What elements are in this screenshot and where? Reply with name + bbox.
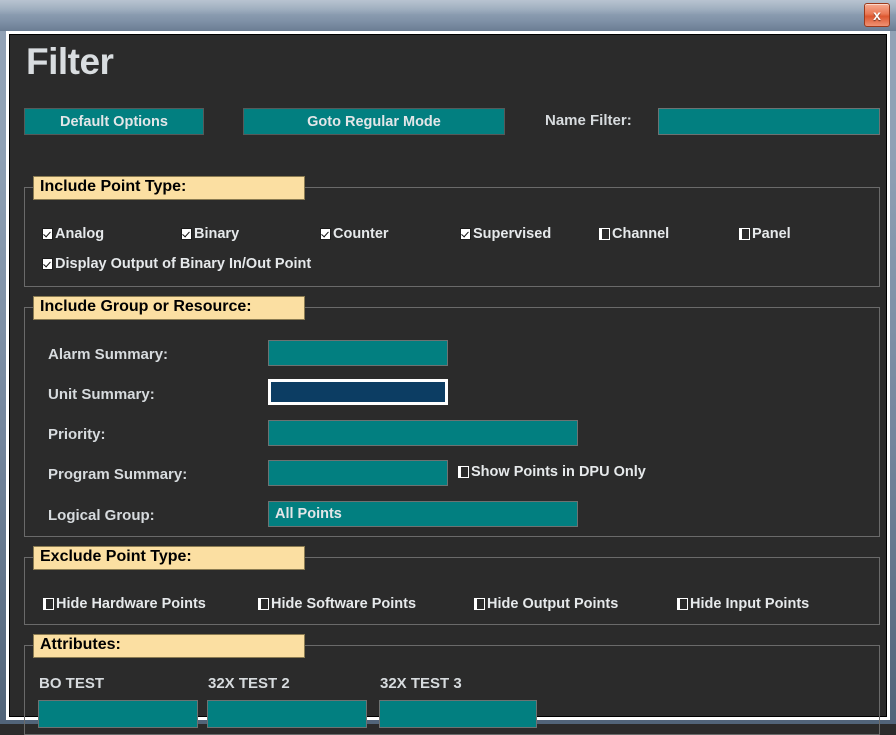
- program-summary-label: Program Summary:: [48, 466, 188, 483]
- checkbox-label: Hide Input Points: [690, 596, 810, 612]
- checkbox-hide-software-points[interactable]: Hide Software Points: [258, 597, 416, 612]
- checkbox-panel[interactable]: Panel: [739, 227, 791, 242]
- checkbox-display-output-binary-in-out-point[interactable]: Display Output of Binary In/Out Point: [42, 257, 311, 272]
- goto-regular-mode-button[interactable]: Goto Regular Mode: [243, 108, 505, 135]
- checkbox-unchecked-icon: [43, 598, 54, 611]
- checkbox-supervised[interactable]: Supervised: [460, 227, 551, 242]
- checkbox-hide-hardware-points[interactable]: Hide Hardware Points: [43, 597, 206, 612]
- dialog-frame: Filter Default Options Goto Regular Mode…: [6, 31, 890, 735]
- priority-label: Priority:: [48, 426, 106, 443]
- checkbox-label: Analog: [55, 226, 105, 242]
- checkbox-label: Channel: [612, 226, 670, 242]
- checkbox-unchecked-icon: [677, 598, 688, 611]
- name-filter-input[interactable]: [658, 108, 880, 135]
- checkbox-checked-icon: [320, 228, 331, 241]
- application-window: x Filter Default Options Goto Regular Mo…: [0, 0, 896, 735]
- checkbox-hide-output-points[interactable]: Hide Output Points: [474, 597, 618, 612]
- checkbox-label: Hide Software Points: [271, 596, 417, 612]
- page-title: Filter: [26, 41, 114, 82]
- unit-summary-field[interactable]: [268, 379, 448, 405]
- filter-dialog: Filter Default Options Goto Regular Mode…: [9, 34, 887, 735]
- group-title-attributes: Attributes:: [33, 634, 305, 658]
- checkbox-label: Counter: [333, 226, 389, 242]
- checkbox-show-points-in-dpu-only[interactable]: Show Points in DPU Only: [458, 465, 646, 480]
- name-filter-label: Name Filter:: [545, 112, 632, 129]
- checkbox-unchecked-icon: [258, 598, 269, 611]
- logical-group-field[interactable]: [268, 501, 578, 527]
- group-title-include-group-or-resource: Include Group or Resource:: [33, 296, 305, 320]
- priority-field[interactable]: [268, 420, 578, 446]
- logical-group-label: Logical Group:: [48, 507, 155, 524]
- checkbox-counter[interactable]: Counter: [320, 227, 389, 242]
- close-icon[interactable]: x: [864, 3, 890, 27]
- checkbox-label: Display Output of Binary In/Out Point: [55, 256, 312, 272]
- default-options-button[interactable]: Default Options: [24, 108, 204, 135]
- checkbox-label: Binary: [194, 226, 240, 242]
- checkbox-checked-icon: [460, 228, 471, 241]
- checkbox-hide-input-points[interactable]: Hide Input Points: [677, 597, 809, 612]
- checkbox-unchecked-icon: [599, 228, 610, 241]
- group-title-exclude-point-type: Exclude Point Type:: [33, 546, 305, 570]
- checkbox-unchecked-icon: [474, 598, 485, 611]
- checkbox-binary[interactable]: Binary: [181, 227, 239, 242]
- group-title-include-point-type: Include Point Type:: [33, 176, 305, 200]
- group-exclude-point-type: Exclude Point Type:: [24, 546, 880, 625]
- checkbox-checked-icon: [42, 228, 53, 241]
- checkbox-unchecked-icon: [458, 466, 469, 479]
- checkbox-analog[interactable]: Analog: [42, 227, 104, 242]
- checkbox-unchecked-icon: [739, 228, 750, 241]
- checkbox-label: Hide Hardware Points: [56, 596, 206, 612]
- checkbox-checked-icon: [181, 228, 192, 241]
- toolbar: Default Options Goto Regular Mode Name F…: [24, 108, 880, 135]
- attribute-label: 32X TEST 2: [208, 675, 290, 692]
- checkbox-label: Panel: [752, 226, 791, 242]
- alarm-summary-field[interactable]: [268, 340, 448, 366]
- alarm-summary-label: Alarm Summary:: [48, 346, 169, 363]
- attribute-label: 32X TEST 3: [380, 675, 462, 692]
- unit-summary-label: Unit Summary:: [48, 386, 155, 403]
- attribute-label: BO TEST: [39, 675, 105, 692]
- checkbox-label: Hide Output Points: [487, 596, 619, 612]
- checkbox-channel[interactable]: Channel: [599, 227, 669, 242]
- checkbox-label: Supervised: [473, 226, 552, 242]
- program-summary-field[interactable]: [268, 460, 448, 486]
- titlebar-gloss: [0, 0, 896, 14]
- checkbox-checked-icon: [42, 258, 53, 271]
- checkbox-label: Show Points in DPU Only: [471, 464, 646, 480]
- window-titlebar: x: [0, 0, 896, 31]
